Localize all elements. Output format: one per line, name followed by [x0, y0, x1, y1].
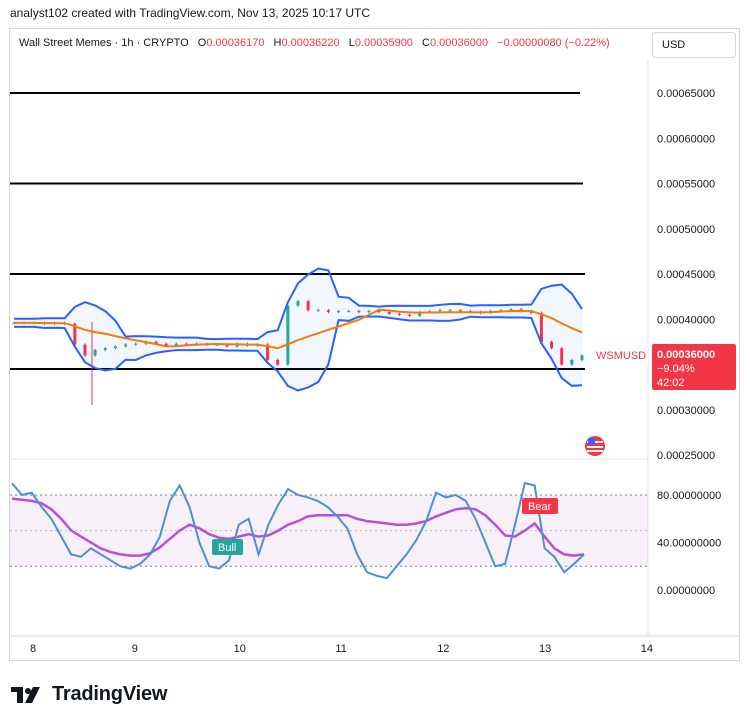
candle: [448, 310, 452, 312]
candle: [347, 311, 351, 313]
candle: [83, 344, 87, 356]
bear-label-text: Bear: [528, 501, 552, 513]
y-tick-label: 0.00040000: [657, 314, 715, 326]
x-tick-label: 8: [30, 643, 36, 655]
candle: [93, 350, 97, 356]
x-tick-label: 12: [437, 643, 449, 655]
candle: [458, 310, 462, 312]
y-tick-label: 0.00030000: [657, 405, 715, 417]
candle: [326, 310, 330, 313]
candle: [387, 312, 391, 314]
y-tick-label: 80.00000000: [657, 490, 721, 502]
candle: [124, 344, 128, 347]
price-tag-price: 0.00036000: [657, 349, 715, 361]
x-tick-label: 13: [539, 643, 551, 655]
candle: [580, 355, 584, 360]
x-tick-label: 10: [234, 643, 246, 655]
bollinger-band-fill: [14, 268, 582, 391]
chart-canvas: 0.00065000 0.00060000 0.00055000 0.00050000…: [10, 60, 740, 655]
candle: [113, 346, 117, 349]
price-tag-countdown: 42:02: [657, 377, 685, 389]
x-tick-label: 11: [335, 643, 346, 655]
y-tick-label: 0.00000000: [657, 585, 715, 597]
x-tick-label: 9: [132, 643, 138, 655]
candle: [357, 311, 361, 313]
y-tick-label: 0.00065000: [657, 88, 715, 100]
y-tick-label: 0.00060000: [657, 133, 715, 145]
candle: [316, 310, 320, 312]
bull-label: Bull: [212, 539, 243, 555]
flag-icon: [585, 436, 605, 456]
y-tick-label: 40.00000000: [657, 538, 721, 550]
candle: [539, 312, 543, 342]
y-tick-label: 0.00025000: [657, 450, 715, 462]
candle: [550, 341, 554, 349]
y-tick-label: 0.00050000: [657, 224, 715, 236]
tradingview-logo-icon: [11, 686, 40, 703]
candle: [276, 359, 280, 365]
candle: [134, 343, 138, 345]
tradingview-logo: TradingView: [11, 683, 167, 706]
price-tag: WSMUSD 0.00036000 −9.04% 42:02: [596, 344, 736, 390]
bull-label-text: Bull: [218, 542, 236, 554]
candle: [296, 301, 300, 306]
axis-ticks: 0.00065000 0.00060000 0.00055000 0.00050000…: [30, 88, 721, 655]
y-tick-label: 0.00045000: [657, 269, 715, 281]
bollinger-fill: [14, 268, 582, 391]
y-tick-label: 0.00055000: [657, 179, 715, 191]
candle: [408, 314, 412, 316]
tradingview-logo-text: TradingView: [52, 683, 168, 705]
price-tag-symbol: WSMUSD: [596, 350, 646, 362]
candle: [306, 301, 310, 311]
candle: [337, 311, 341, 313]
x-tick-label: 14: [641, 643, 653, 655]
candle: [286, 305, 290, 365]
candle: [103, 348, 107, 351]
candle: [560, 348, 564, 365]
bear-label: Bear: [522, 498, 558, 514]
candle: [438, 310, 442, 312]
candle: [367, 311, 371, 313]
candle: [397, 313, 401, 315]
price-tag-change: −9.04%: [657, 363, 695, 375]
candle: [570, 359, 574, 365]
